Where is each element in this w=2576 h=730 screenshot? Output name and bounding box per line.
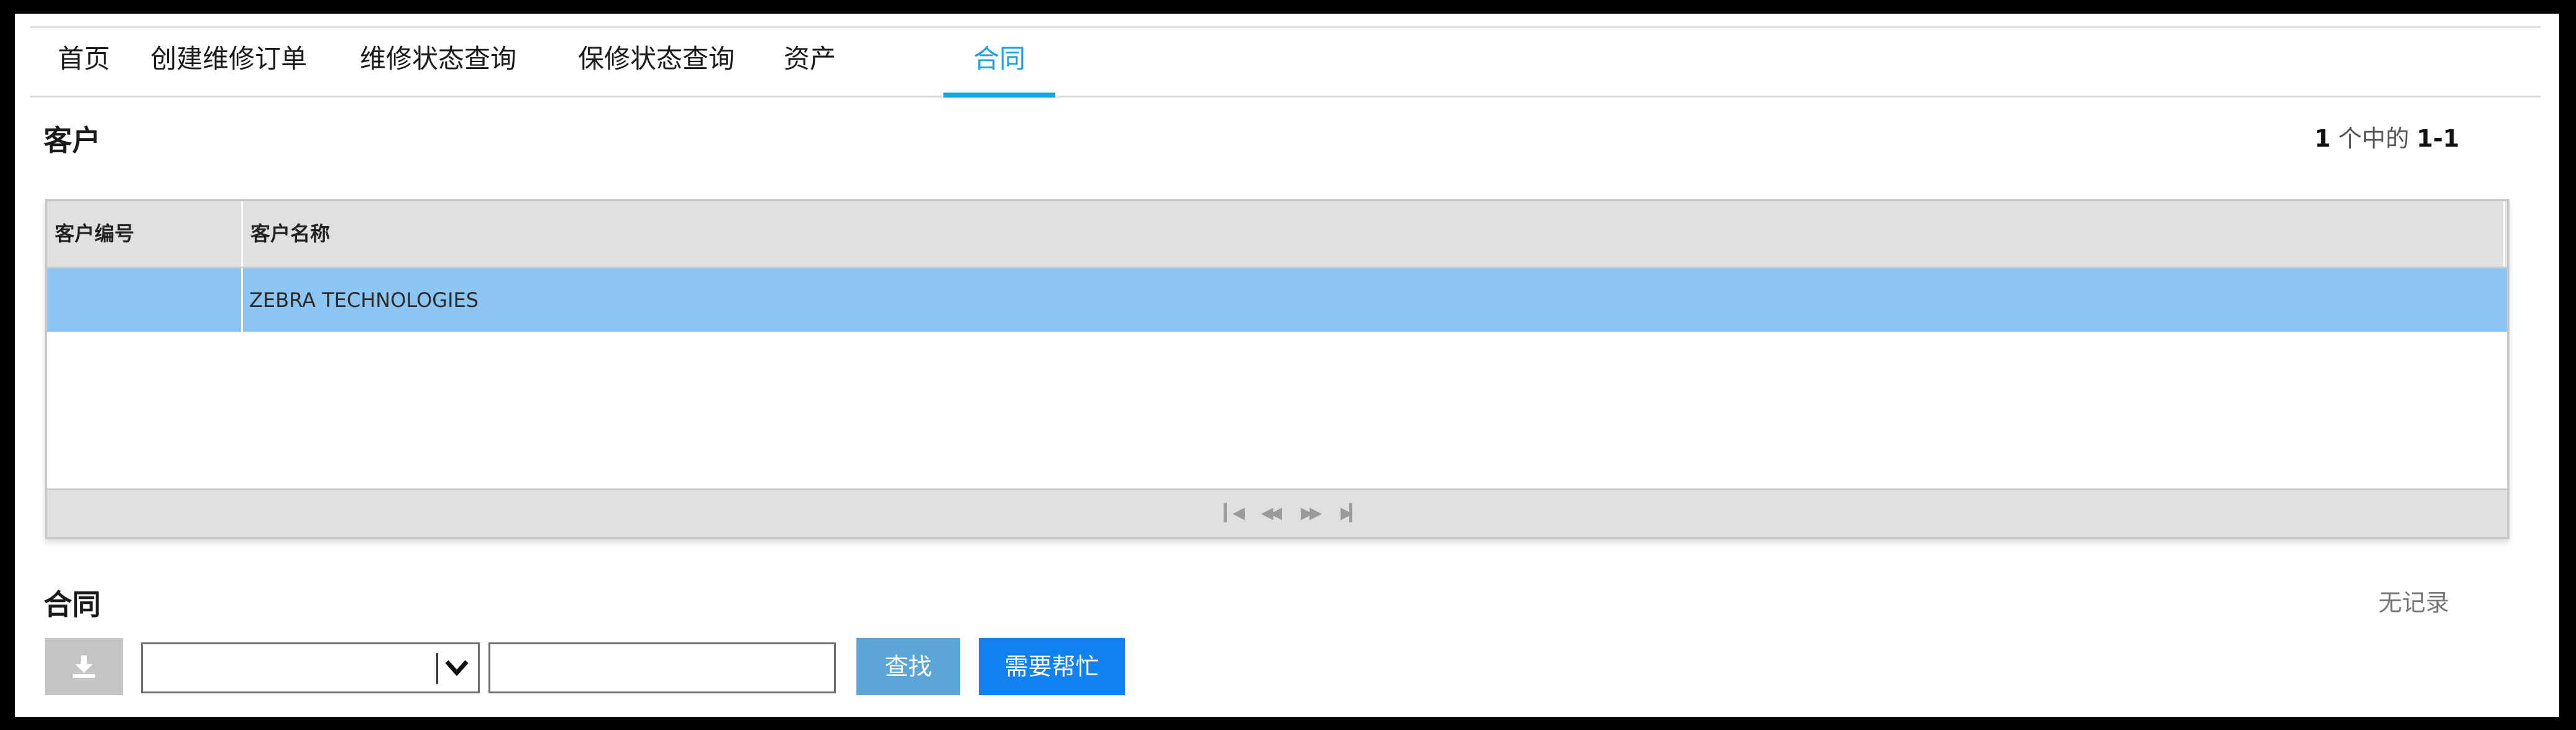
tab-repair-status[interactable]: 维修状态查询 bbox=[345, 28, 531, 98]
first-page-icon[interactable]: ▎◀ bbox=[1224, 504, 1245, 522]
tab-create-repair-order[interactable]: 创建维修订单 bbox=[135, 28, 322, 98]
download-button[interactable] bbox=[45, 638, 123, 695]
contract-section-title: 合同 bbox=[44, 588, 101, 621]
record-count-text: 个中的 bbox=[2331, 125, 2417, 152]
tab-contracts[interactable]: 合同 bbox=[943, 28, 1055, 98]
column-header-customer-name[interactable]: 客户名称 bbox=[243, 201, 2505, 267]
tab-assets[interactable]: 资产 bbox=[776, 28, 844, 98]
next-page-icon[interactable]: ▶▶ bbox=[1301, 504, 1322, 522]
app-frame: 首页 创建维修订单 维修状态查询 保修状态查询 资产 合同 客户 1 个中的 1… bbox=[15, 14, 2559, 717]
prev-page-icon[interactable]: ◀◀ bbox=[1261, 504, 1282, 522]
no-records-text: 无记录 bbox=[2378, 589, 2450, 616]
last-page-icon[interactable]: ▶▎ bbox=[1341, 504, 1362, 522]
column-header-customer-id[interactable]: 客户编号 bbox=[47, 201, 243, 267]
search-button[interactable]: 查找 bbox=[856, 638, 960, 695]
grid-pager: ▎◀ ◀◀ ▶▶ ▶▎ bbox=[47, 488, 2507, 537]
contract-filter-select[interactable] bbox=[141, 642, 480, 693]
tab-bar: 首页 创建维修订单 维修状态查询 保修状态查询 资产 合同 bbox=[30, 26, 2541, 98]
search-input[interactable] bbox=[488, 642, 836, 693]
record-count-range: 1-1 bbox=[2416, 125, 2460, 152]
cell-customer-name: ZEBRA TECHNOLOGIES bbox=[249, 288, 479, 312]
table-row[interactable]: ZEBRA TECHNOLOGIES bbox=[47, 268, 2507, 332]
record-count-total: 1 bbox=[2314, 125, 2331, 152]
download-icon bbox=[73, 655, 95, 678]
help-button[interactable]: 需要帮忙 bbox=[979, 638, 1125, 695]
customer-section-title: 客户 bbox=[44, 124, 101, 157]
customer-grid: 客户编号 客户名称 ZEBRA TECHNOLOGIES ▎◀ ◀◀ ▶▶ ▶▎ bbox=[45, 199, 2510, 539]
tab-warranty-status[interactable]: 保修状态查询 bbox=[563, 28, 749, 98]
chevron-down-icon bbox=[445, 660, 469, 677]
record-count: 1 个中的 1-1 bbox=[2314, 119, 2459, 153]
grid-header: 客户编号 客户名称 bbox=[47, 201, 2507, 268]
select-divider bbox=[436, 653, 438, 684]
cell-customer-id bbox=[47, 268, 243, 332]
tab-home[interactable]: 首页 bbox=[50, 28, 118, 98]
